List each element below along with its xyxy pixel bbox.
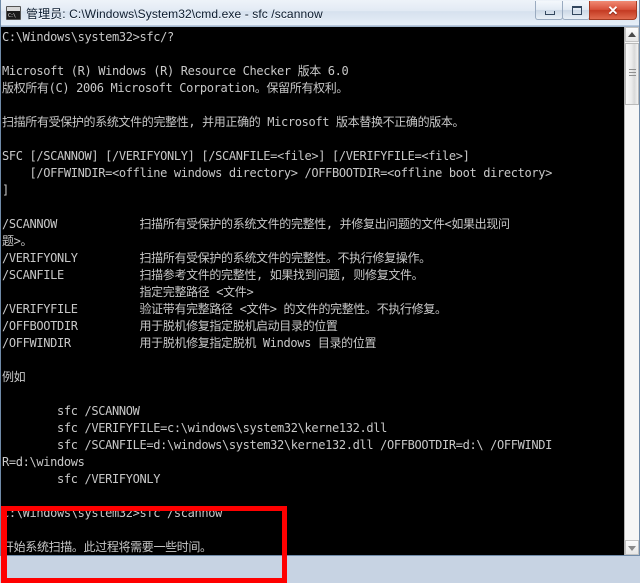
console-line: ] (2, 183, 9, 197)
cmd-window: 管理员: C:\Windows\System32\cmd.exe - sfc /… (0, 0, 640, 583)
console-line: SFC [/SCANNOW] [/VERIFYONLY] [/SCANFILE=… (2, 149, 470, 163)
console-line: /OFFWINDIR 用于脱机修复指定脱机 Windows 目录的位置 (2, 336, 377, 350)
chevron-down-icon (628, 545, 636, 551)
console-line: R=d:\windows (2, 455, 85, 469)
console-area: C:\Windows\system32>sfc/? Microsoft (R) W… (1, 27, 639, 583)
console-line: Microsoft (R) Windows (R) Resource Check… (2, 64, 349, 78)
console-line: [/OFFWINDIR=<offline windows directory> … (2, 166, 552, 180)
console-line: sfc /SCANFILE=d:\windows\system32\kerne1… (2, 438, 552, 452)
console-output[interactable]: C:\Windows\system32>sfc/? Microsoft (R) W… (1, 27, 624, 555)
scrollbar-grip-icon (629, 69, 636, 79)
console-line: /SCANFILE 扫描参考文件的完整性, 如果找到问题, 则修复文件。 (2, 268, 424, 282)
console-line: /SCANNOW 扫描所有受保护的系统文件的完整性, 并修复出问题的文件<如果出… (2, 217, 510, 231)
title-bar[interactable]: 管理员: C:\Windows\System32\cmd.exe - sfc /… (1, 0, 639, 27)
close-icon: ✕ (607, 3, 619, 18)
console-line: 指定完整路径 <文件> (2, 285, 254, 299)
window-controls: ✕ (535, 1, 637, 20)
console-scrollbar[interactable] (624, 27, 639, 555)
maximize-button[interactable] (562, 1, 590, 20)
chevron-up-icon (628, 31, 636, 37)
console-line: 题>。 (2, 234, 33, 248)
console-line: 例如 (2, 370, 26, 384)
console-line: 版权所有(C) 2006 Microsoft Corporation。保留所有权… (2, 81, 349, 95)
minimize-button[interactable] (535, 1, 563, 20)
close-button[interactable]: ✕ (589, 1, 637, 20)
console-line: sfc /SCANNOW (2, 404, 140, 418)
scrollbar-thumb[interactable] (625, 43, 639, 105)
window-title: 管理员: C:\Windows\System32\cmd.exe - sfc /… (26, 6, 323, 21)
minimize-icon (545, 11, 555, 15)
scroll-down-button[interactable] (625, 540, 639, 555)
console-line: 开始系统扫描。此过程将需要一些时间。 (2, 540, 212, 554)
scrollbar-track[interactable] (625, 42, 639, 540)
console-line: /VERIFYONLY 扫描所有受保护的系统文件的完整性。不执行修复操作。 (2, 251, 431, 265)
console-line: 扫描所有受保护的系统文件的完整性, 并用正确的 Microsoft 版本替换不正… (2, 115, 465, 129)
console-line: C:\Windows\system32>sfc/? (2, 30, 174, 44)
scroll-up-button[interactable] (625, 27, 639, 42)
maximize-icon (572, 6, 582, 15)
console-line: sfc /VERIFYFILE=c:\windows\system32\kern… (2, 421, 387, 435)
console-line: /VERIFYFILE 验证带有完整路径 <文件> 的文件的完整性。不执行修复。 (2, 302, 447, 316)
console-line: sfc /VERIFYONLY (2, 472, 161, 486)
cmd-icon (6, 6, 21, 20)
console-line: /OFFBOOTDIR 用于脱机修复指定脱机启动目录的位置 (2, 319, 338, 333)
console-line: C:\Windows\system32>sfc /scannow (2, 506, 222, 520)
